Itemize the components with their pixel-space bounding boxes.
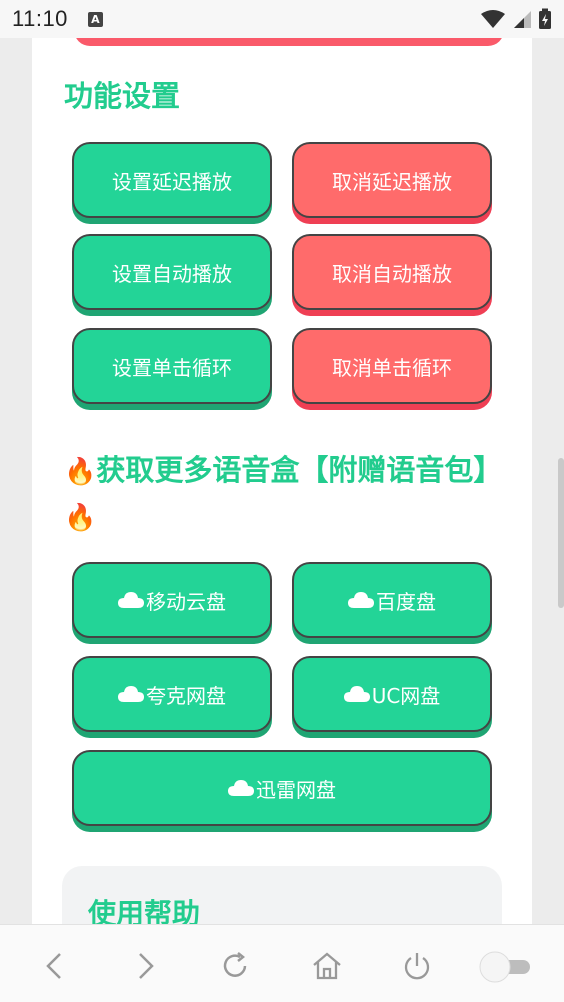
status-icons [480,8,552,30]
cloud-icon [118,686,144,702]
set-delay-play-button[interactable]: 设置延迟播放 [72,142,272,218]
previous-button-edge[interactable] [74,38,504,46]
power-icon[interactable] [400,949,434,983]
cancel-delay-play-button[interactable]: 取消延迟播放 [292,142,492,218]
button-label: 百度盘 [376,589,436,614]
section-title-more: 🔥获取更多语音盒【附赠语音包】 🔥 [64,448,504,540]
button-label: 夸克网盘 [146,683,226,708]
cloud-icon [343,686,370,702]
cancel-auto-play-button[interactable]: 取消自动播放 [292,234,492,310]
status-bar: 11:10 A [0,0,564,38]
toggle-switch-icon[interactable] [478,949,534,983]
button-label: 取消延迟播放 [332,169,452,194]
set-click-loop-button[interactable]: 设置单击循环 [72,328,272,404]
button-label: 取消自动播放 [332,261,452,286]
notification-badge: A [87,11,103,27]
cloud-icon [228,780,254,796]
fire-icon: 🔥 [64,503,97,533]
refresh-icon[interactable] [218,949,252,983]
back-icon[interactable] [38,949,72,983]
battery-icon [539,8,551,29]
button-label: 迅雷网盘 [256,777,336,802]
section-title-settings: 功能设置 [64,79,181,113]
set-auto-play-button[interactable]: 设置自动播放 [72,234,272,310]
browser-bottom-nav [0,924,564,1002]
quark-pan-button[interactable]: 夸克网盘 [72,656,272,732]
wifi-icon [481,10,505,28]
scrollbar-thumb[interactable] [558,458,564,608]
section-title-more-text: 获取更多语音盒【附赠语音包】 [96,453,503,487]
signal-icon [514,11,531,28]
cloud-icon [118,592,144,608]
fire-icon: 🔥 [64,457,97,487]
button-label: 移动云盘 [146,589,226,614]
cancel-click-loop-button[interactable]: 取消单击循环 [292,328,492,404]
button-label: 设置延迟播放 [112,169,232,194]
home-icon[interactable] [310,949,344,983]
button-label: UC网盘 [371,683,441,708]
uc-pan-button[interactable]: UC网盘 [292,656,492,732]
help-section: 使用帮助 [62,866,502,924]
help-title: 使用帮助 [88,897,201,924]
xunlei-pan-button[interactable]: 迅雷网盘 [72,750,492,826]
web-page: 功能设置 设置延迟播放 取消延迟播放 设置自动播放 取消自动播放 设置单击循环 … [32,38,532,924]
baidu-pan-button[interactable]: 百度盘 [292,562,492,638]
forward-icon[interactable] [128,949,162,983]
cloud-icon [348,592,374,608]
button-label: 取消单击循环 [332,355,452,380]
button-label: 设置单击循环 [112,355,232,380]
mobile-cloud-button[interactable]: 移动云盘 [72,562,272,638]
button-label: 设置自动播放 [112,261,232,286]
status-time: 11:10 [12,6,68,31]
